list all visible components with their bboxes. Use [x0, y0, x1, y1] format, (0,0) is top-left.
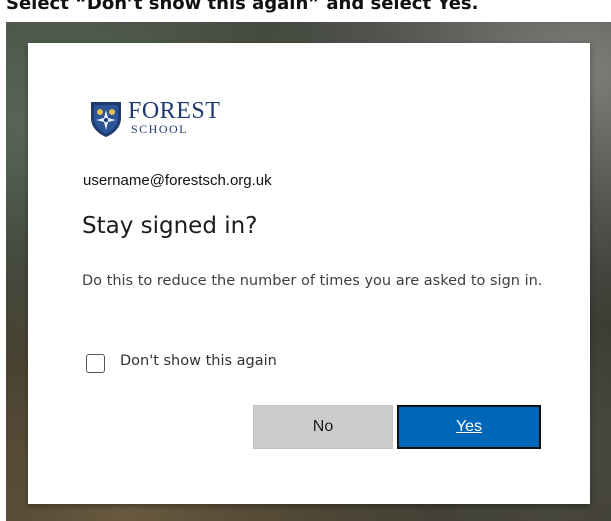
no-button[interactable]: No: [253, 405, 393, 449]
dialog-title: Stay signed in?: [82, 213, 258, 239]
stay-signed-in-dialog: FOREST SCHOOL username@forestsch.org.uk …: [28, 43, 590, 504]
school-crest-icon: [91, 102, 121, 137]
dialog-description: Do this to reduce the number of times yo…: [82, 273, 543, 289]
instruction-text: Select “Don’t show this again” and selec…: [6, 0, 479, 14]
account-username: username@forestsch.org.uk: [83, 172, 272, 189]
dont-show-again-label[interactable]: Don't show this again: [120, 353, 277, 369]
dont-show-again-checkbox[interactable]: [86, 354, 105, 373]
brand-name: FOREST: [128, 98, 221, 124]
forest-school-logo: FOREST SCHOOL: [88, 98, 288, 138]
yes-button[interactable]: Yes: [397, 405, 541, 449]
brand-subname: SCHOOL: [131, 122, 189, 136]
dont-show-again-row[interactable]: Don't show this again: [86, 352, 386, 376]
instruction-banner: Select “Don’t show this again” and selec…: [0, 0, 611, 22]
